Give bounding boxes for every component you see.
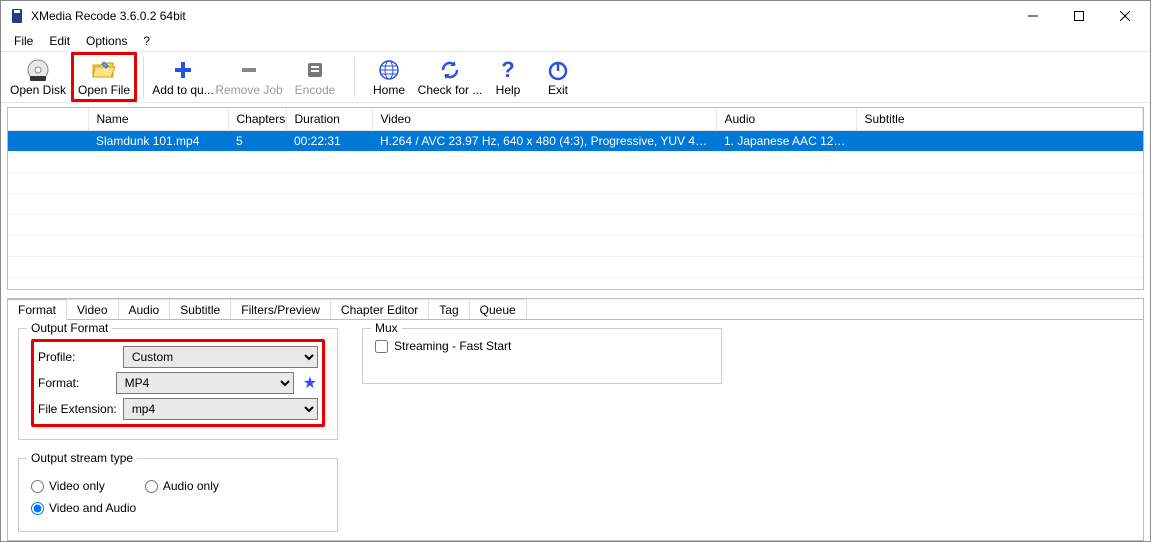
video-only-radio[interactable] bbox=[31, 480, 44, 493]
profile-label: Profile: bbox=[38, 350, 117, 364]
tab-chapter[interactable]: Chapter Editor bbox=[331, 299, 429, 319]
window-title: XMedia Recode 3.6.0.2 64bit bbox=[31, 9, 1010, 23]
menu-file[interactable]: File bbox=[7, 32, 40, 50]
output-format-legend: Output Format bbox=[27, 321, 112, 335]
app-icon bbox=[9, 8, 25, 24]
add-queue-button[interactable]: Add to qu... bbox=[150, 52, 216, 102]
tab-queue[interactable]: Queue bbox=[470, 299, 527, 319]
streaming-label: Streaming - Fast Start bbox=[394, 339, 511, 353]
col-blank[interactable] bbox=[8, 108, 88, 130]
tab-audio[interactable]: Audio bbox=[119, 299, 171, 319]
encode-icon bbox=[305, 58, 325, 82]
tab-video[interactable]: Video bbox=[67, 299, 118, 319]
toolbar-separator bbox=[143, 57, 144, 97]
globe-icon bbox=[378, 58, 400, 82]
home-button[interactable]: Home bbox=[361, 52, 417, 102]
col-name[interactable]: Name bbox=[88, 108, 228, 130]
extension-select[interactable]: mp4 bbox=[123, 398, 318, 420]
output-format-group: Output Format Profile: Custom Format: MP… bbox=[18, 328, 338, 440]
mux-group: Mux Streaming - Fast Start bbox=[362, 328, 722, 384]
menu-bar: File Edit Options ? bbox=[1, 31, 1150, 51]
menu-edit[interactable]: Edit bbox=[42, 32, 77, 50]
format-select[interactable]: MP4 bbox=[116, 372, 294, 394]
favorite-star-icon[interactable]: ★ bbox=[302, 374, 318, 392]
check-updates-button[interactable]: Check for ... bbox=[417, 52, 483, 102]
settings-panel: Format Video Audio Subtitle Filters/Prev… bbox=[7, 298, 1144, 541]
stream-type-legend: Output stream type bbox=[27, 451, 137, 465]
col-video[interactable]: Video bbox=[372, 108, 716, 130]
table-row[interactable]: Slamdunk 101.mp4 5 00:22:31 H.264 / AVC … bbox=[8, 130, 1143, 151]
remove-job-button[interactable]: Remove Job bbox=[216, 52, 282, 102]
col-audio[interactable]: Audio bbox=[716, 108, 856, 130]
help-button[interactable]: ? Help bbox=[483, 52, 533, 102]
streaming-checkbox[interactable] bbox=[375, 340, 388, 353]
encode-button[interactable]: Encode bbox=[282, 52, 348, 102]
tab-subtitle[interactable]: Subtitle bbox=[170, 299, 231, 319]
tab-filters[interactable]: Filters/Preview bbox=[231, 299, 331, 319]
tab-strip: Format Video Audio Subtitle Filters/Prev… bbox=[8, 299, 1143, 320]
col-chapters[interactable]: Chapters bbox=[228, 108, 286, 130]
table-header-row: Name Chapters Duration Video Audio Subti… bbox=[8, 108, 1143, 130]
tab-tag[interactable]: Tag bbox=[429, 299, 469, 319]
power-icon bbox=[547, 58, 569, 82]
col-subtitle[interactable]: Subtitle bbox=[856, 108, 1143, 130]
folder-open-icon bbox=[91, 58, 117, 82]
stream-type-group: Output stream type Video only Audio only… bbox=[18, 458, 338, 532]
audio-only-radio[interactable] bbox=[145, 480, 158, 493]
menu-options[interactable]: Options bbox=[79, 32, 134, 50]
toolbar: Open Disk Open File Add to qu... Remove … bbox=[1, 51, 1150, 103]
minus-icon bbox=[240, 58, 258, 82]
mux-legend: Mux bbox=[371, 321, 402, 335]
open-file-button[interactable]: Open File bbox=[71, 52, 137, 102]
col-duration[interactable]: Duration bbox=[286, 108, 372, 130]
menu-help[interactable]: ? bbox=[136, 32, 157, 50]
profile-select[interactable]: Custom bbox=[123, 346, 318, 368]
video-audio-radio[interactable] bbox=[31, 502, 44, 515]
minimize-button[interactable] bbox=[1010, 1, 1056, 31]
file-table[interactable]: Name Chapters Duration Video Audio Subti… bbox=[7, 107, 1144, 290]
extension-label: File Extension: bbox=[38, 402, 117, 416]
disc-icon bbox=[26, 58, 50, 82]
refresh-icon bbox=[439, 58, 461, 82]
question-icon: ? bbox=[501, 58, 514, 82]
tab-format[interactable]: Format bbox=[8, 299, 67, 320]
open-disk-button[interactable]: Open Disk bbox=[5, 52, 71, 102]
title-bar: XMedia Recode 3.6.0.2 64bit bbox=[1, 1, 1150, 31]
format-label: Format: bbox=[38, 376, 110, 390]
plus-icon bbox=[173, 58, 193, 82]
maximize-button[interactable] bbox=[1056, 1, 1102, 31]
toolbar-separator bbox=[354, 57, 355, 97]
close-button[interactable] bbox=[1102, 1, 1148, 31]
exit-button[interactable]: Exit bbox=[533, 52, 583, 102]
